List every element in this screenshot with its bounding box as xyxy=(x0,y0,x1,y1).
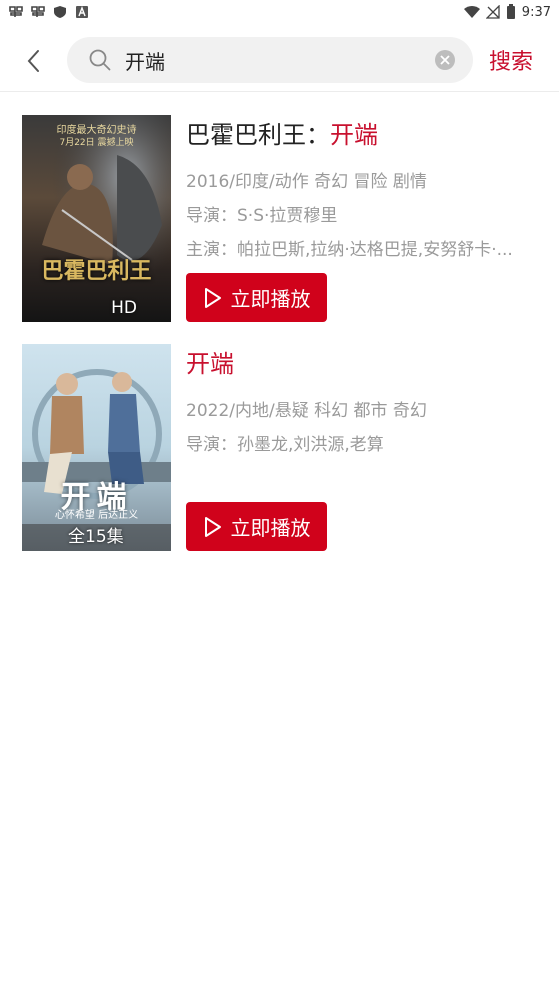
battery-icon xyxy=(506,4,515,19)
result-info: 巴霍巴利王：开端 2016/印度/动作 奇幻 冒险 剧情 导演：S·S·拉贾穆里… xyxy=(186,115,546,322)
status-left xyxy=(8,5,90,19)
chevron-left-icon xyxy=(27,50,39,72)
result-title[interactable]: 开端 xyxy=(186,346,546,382)
episode-badge: 全15集 xyxy=(68,527,124,547)
result-item[interactable]: 印度最大奇幻史诗 7月22日 震撼上映 巴霍巴利王 HD 巴霍巴利王：开端 20… xyxy=(22,115,542,322)
quality-badge: HD xyxy=(111,298,137,318)
title-prefix: 巴霍巴利王： xyxy=(186,121,330,149)
search-input[interactable] xyxy=(125,37,425,83)
result-director: 导演：S·S·拉贾穆里 xyxy=(186,206,338,226)
poster-image[interactable]: 印度最大奇幻史诗 7月22日 震撼上映 巴霍巴利王 HD xyxy=(22,115,171,322)
wifi-icon xyxy=(463,6,480,18)
a-icon xyxy=(76,6,88,18)
result-cast: 主演：帕拉巴斯,拉纳·达格巴提,安努舒卡·... xyxy=(186,240,513,260)
play-icon xyxy=(204,516,221,537)
poster-slogan: 心怀希望 后达正义 xyxy=(54,510,139,521)
search-box[interactable] xyxy=(67,37,473,83)
shield-icon xyxy=(54,6,66,18)
play-label: 立即播放 xyxy=(230,516,311,540)
title-highlight: 开端 xyxy=(330,121,378,149)
play-icon xyxy=(204,287,221,308)
no-signal-icon xyxy=(485,5,500,19)
play-button[interactable]: 立即播放 xyxy=(186,502,327,551)
back-button[interactable] xyxy=(16,44,50,78)
search-icon xyxy=(89,49,111,71)
result-director: 导演：孙墨龙,刘洪源,老算 xyxy=(186,435,384,455)
status-bar: 9:37 xyxy=(0,0,559,24)
app-icon xyxy=(9,6,23,17)
result-info: 开端 2022/内地/悬疑 科幻 都市 奇幻 导演：孙墨龙,刘洪源,老算 立即播… xyxy=(186,344,546,551)
clear-icon[interactable] xyxy=(435,50,455,70)
status-right: 9:37 xyxy=(463,4,551,20)
result-item[interactable]: 开端 心怀希望 后达正义 全15集 开端 2022/内地/悬疑 科幻 都市 奇幻… xyxy=(22,344,542,551)
result-meta: 2022/内地/悬疑 科幻 都市 奇幻 xyxy=(186,401,427,421)
result-meta: 2016/印度/动作 奇幻 冒险 剧情 xyxy=(186,172,427,192)
app-icon xyxy=(31,6,45,17)
poster-top-text: 印度最大奇幻史诗 xyxy=(56,125,137,136)
poster-title: 巴霍巴利王 xyxy=(41,259,152,284)
result-title[interactable]: 巴霍巴利王：开端 xyxy=(186,117,546,153)
search-header: 搜索 xyxy=(0,30,559,92)
poster-date: 7月22日 震撼上映 xyxy=(59,138,134,148)
status-time: 9:37 xyxy=(521,4,551,20)
poster-image[interactable]: 开端 心怀希望 后达正义 全15集 xyxy=(22,344,171,551)
play-label: 立即播放 xyxy=(230,287,311,311)
play-button[interactable]: 立即播放 xyxy=(186,273,327,322)
search-button[interactable]: 搜索 xyxy=(489,44,533,76)
